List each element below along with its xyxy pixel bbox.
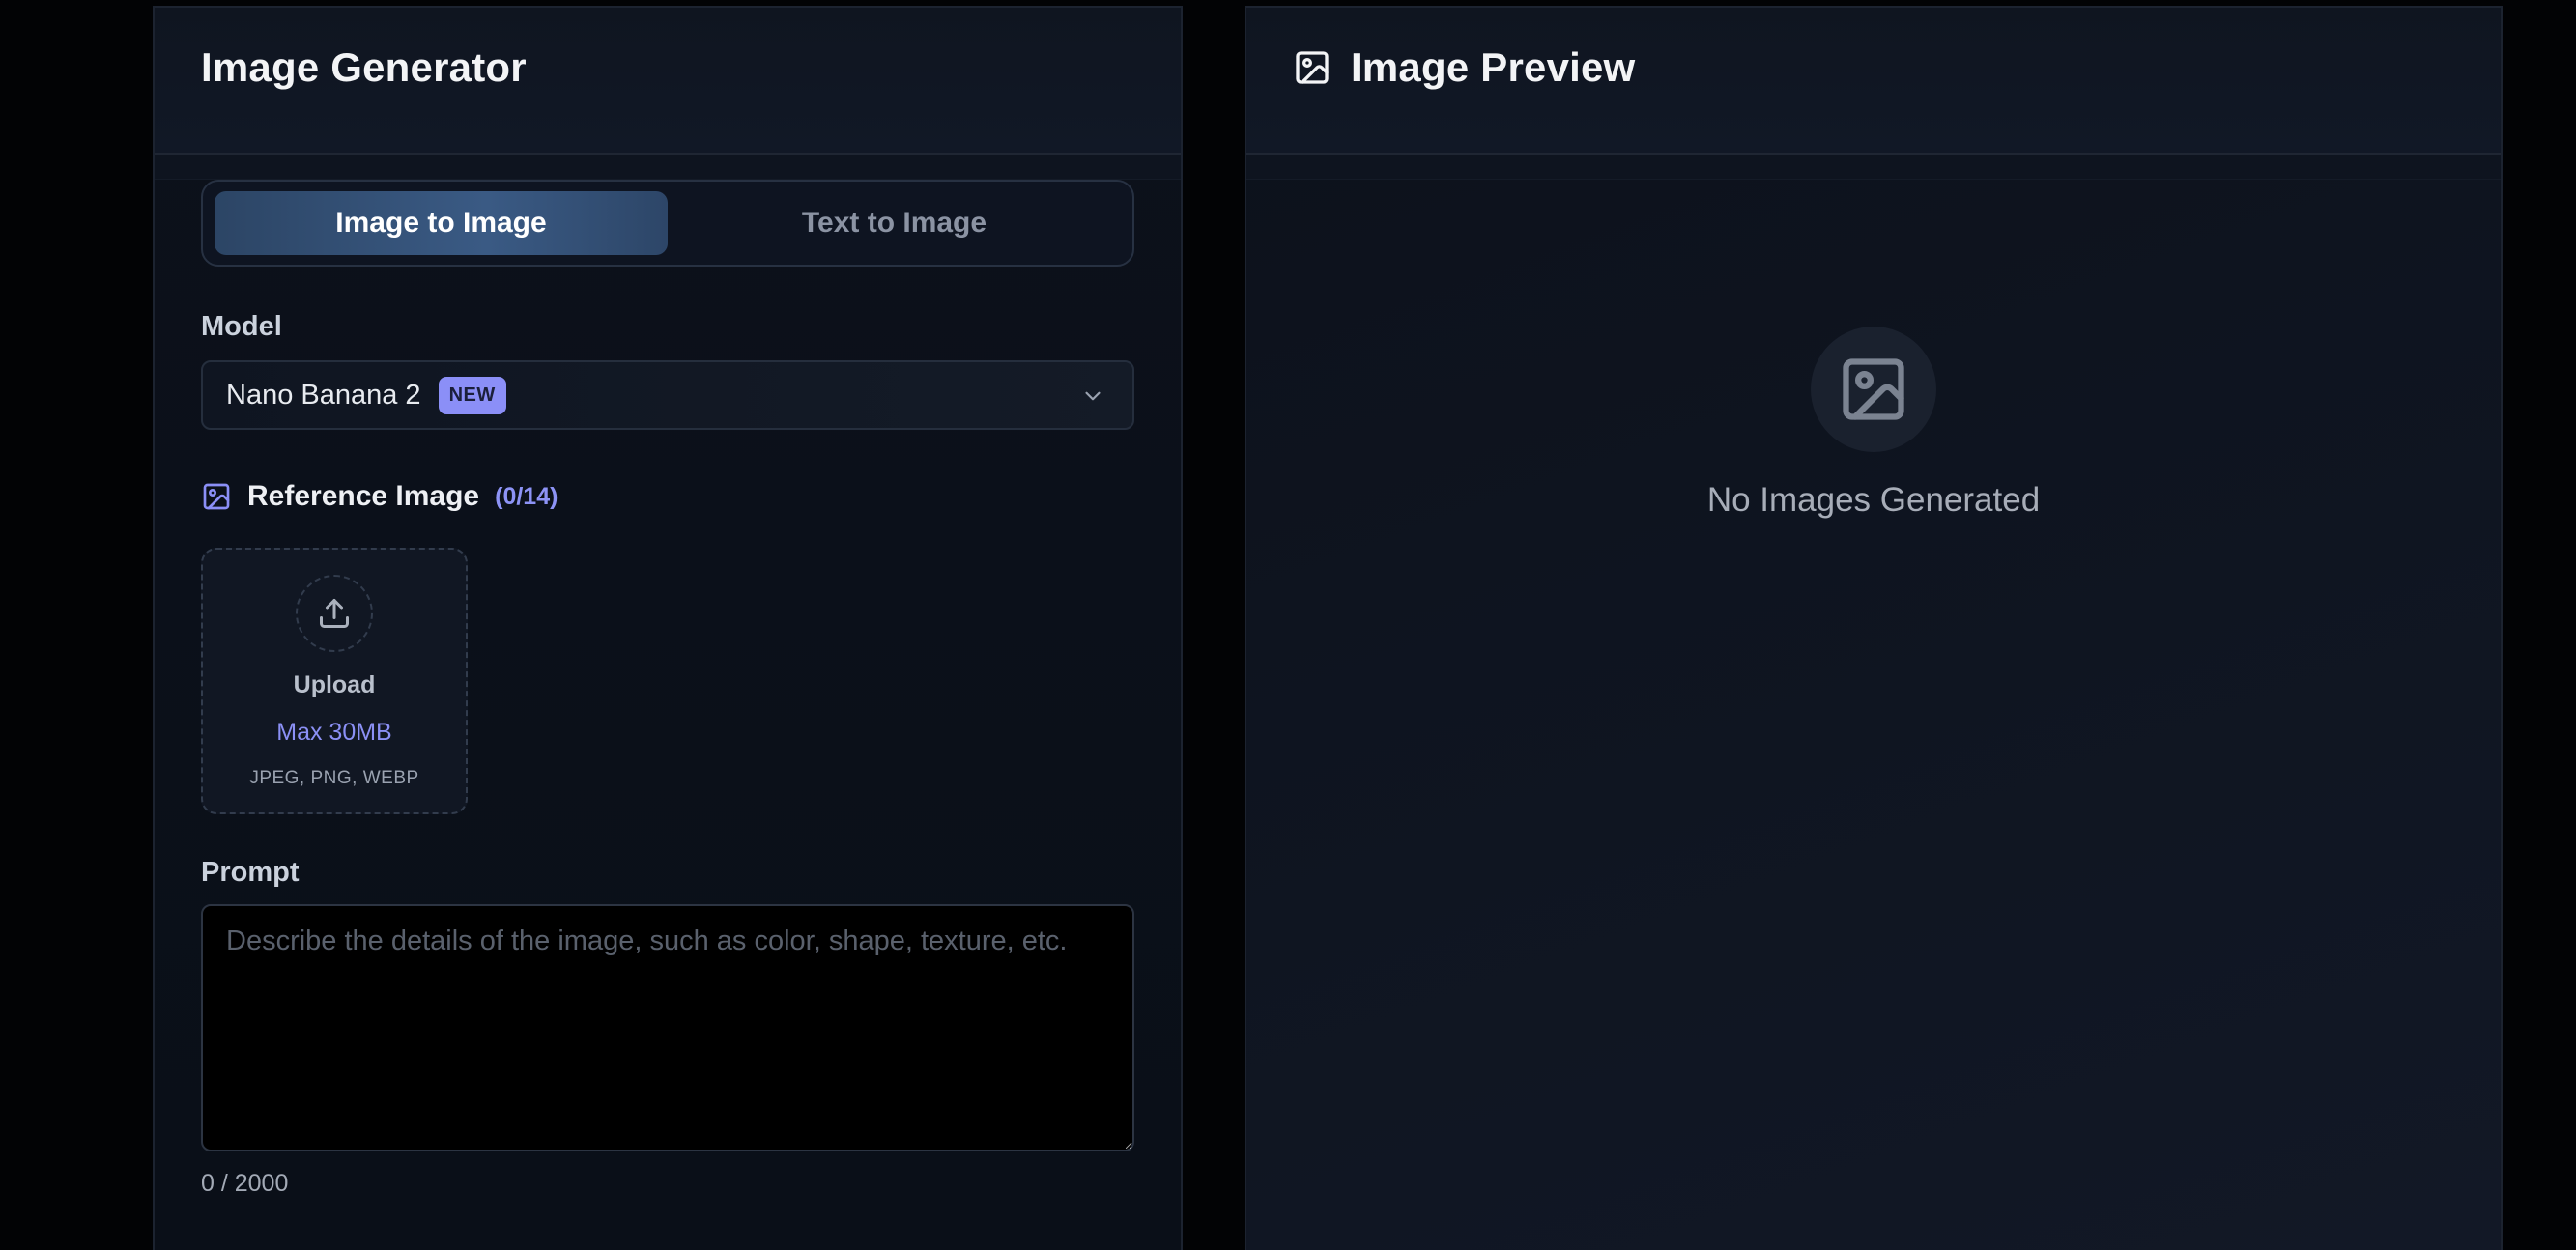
generator-header: Image Generator: [155, 8, 1181, 155]
image-placeholder-icon: [1843, 358, 1904, 420]
mode-toggle: Image to Image Text to Image: [201, 180, 1134, 267]
upload-max-size: Max 30MB: [276, 719, 392, 746]
empty-state: No Images Generated: [1246, 327, 2501, 520]
header-divider: [155, 155, 1181, 180]
image-icon: [1296, 51, 1329, 84]
chevron-down-icon: [1085, 391, 1101, 401]
prompt-char-counter: 0 / 2000: [201, 1170, 289, 1197]
empty-message: No Images Generated: [1706, 481, 2041, 519]
tab-text-to-image[interactable]: Text to Image: [668, 191, 1121, 255]
upload-icon-wrapper: [296, 575, 373, 652]
model-label: Model: [201, 311, 282, 342]
upload-file-types: JPEG, PNG, WEBP: [249, 768, 419, 788]
reference-image-count: (0/14): [495, 482, 558, 510]
preview-header: Image Preview: [1246, 8, 2501, 155]
reference-image-header: Reference Image (0/14): [201, 480, 1134, 513]
page-title: Image Generator: [201, 44, 527, 90]
model-select[interactable]: Nano Banana 2 NEW: [201, 360, 1134, 430]
preview-title: Image Preview: [1351, 44, 1636, 90]
image-icon: [203, 483, 230, 510]
empty-icon-wrapper: [1811, 327, 1936, 452]
preview-panel: Image Preview No Images Generated: [1245, 6, 2503, 1250]
tab-image-to-image[interactable]: Image to Image: [215, 191, 668, 255]
new-badge: NEW: [438, 376, 506, 414]
generator-panel: Image Generator Image to Image Text to I…: [153, 6, 1183, 1250]
upload-icon: [320, 599, 349, 628]
model-selected-value: Nano Banana 2: [226, 379, 421, 411]
header-divider: [1246, 155, 2501, 180]
prompt-input[interactable]: [201, 904, 1134, 1151]
prompt-label: Prompt: [201, 857, 300, 888]
reference-image-label: Reference Image: [247, 480, 480, 512]
upload-dropzone[interactable]: Upload Max 30MB JPEG, PNG, WEBP: [201, 548, 468, 814]
upload-label: Upload: [293, 671, 376, 698]
